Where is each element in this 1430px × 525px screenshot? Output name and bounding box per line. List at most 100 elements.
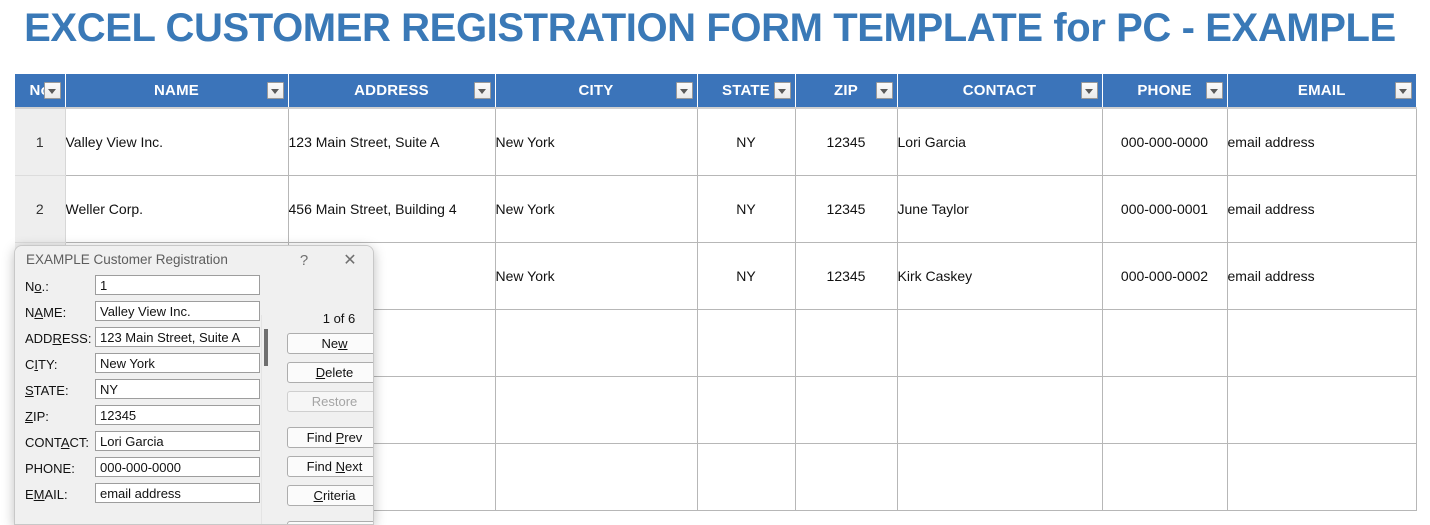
page-title: EXCEL CUSTOMER REGISTRATION FORM TEMPLAT… <box>24 6 1396 50</box>
cell-state[interactable]: NY <box>697 108 796 176</box>
cell-state[interactable]: NY <box>697 175 796 243</box>
data-form-dialog: EXAMPLE Customer Registration ? ✕ No.: N… <box>14 245 374 525</box>
column-header-phone-label: PHONE <box>1137 82 1192 99</box>
cell-city[interactable]: New York <box>495 175 698 243</box>
cell-name[interactable]: Weller Corp. <box>65 175 289 243</box>
filter-dropdown-phone[interactable] <box>1205 82 1223 99</box>
column-header-name: NAME <box>65 74 289 109</box>
column-header-name-label: NAME <box>154 82 199 99</box>
cell-address[interactable]: 123 Main Street, Suite A <box>288 108 496 176</box>
field-label-email: EMAIL: <box>25 487 68 502</box>
table-row[interactable]: 2 Weller Corp. 456 Main Street, Building… <box>15 175 1417 243</box>
cell-phone[interactable]: 000-000-0001 <box>1102 175 1228 243</box>
cell-city[interactable]: New York <box>495 242 698 310</box>
column-header-state-label: STATE <box>722 82 770 99</box>
cell-state[interactable] <box>697 309 796 377</box>
column-header-contact-label: CONTACT <box>962 82 1037 99</box>
phone-field[interactable] <box>95 457 260 477</box>
record-scrollbar[interactable] <box>261 315 282 524</box>
cell-state[interactable]: NY <box>697 242 796 310</box>
chevron-down-icon <box>679 89 688 94</box>
filter-dropdown-city[interactable] <box>675 82 693 99</box>
filter-dropdown-name[interactable] <box>266 82 284 99</box>
field-label-contact: CONTACT: <box>25 435 90 450</box>
address-field[interactable] <box>95 327 260 347</box>
cell-city[interactable] <box>495 309 698 377</box>
state-field[interactable] <box>95 379 260 399</box>
filter-dropdown-contact[interactable] <box>1080 82 1098 99</box>
cell-phone[interactable] <box>1102 376 1228 444</box>
cell-email[interactable] <box>1227 376 1417 444</box>
cell-zip[interactable] <box>795 443 898 511</box>
cell-zip[interactable] <box>795 309 898 377</box>
field-label-state: STATE: <box>25 383 69 398</box>
cell-city[interactable] <box>495 443 698 511</box>
cell-email[interactable]: email address <box>1227 108 1417 176</box>
chevron-down-icon <box>1209 89 1218 94</box>
cell-state[interactable] <box>697 443 796 511</box>
cell-contact[interactable] <box>897 376 1103 444</box>
close-icon[interactable]: ✕ <box>337 249 363 272</box>
criteria-button[interactable]: Criteria <box>287 485 373 506</box>
chevron-down-icon <box>879 89 888 94</box>
chevron-down-icon <box>777 89 786 94</box>
cell-email[interactable]: email address <box>1227 242 1417 310</box>
cell-address[interactable]: 456 Main Street, Building 4 <box>288 175 496 243</box>
cell-contact[interactable] <box>897 443 1103 511</box>
cell-city[interactable]: New York <box>495 108 698 176</box>
chevron-down-icon <box>477 89 486 94</box>
delete-button[interactable]: Delete <box>287 362 373 383</box>
record-scrollbar-thumb[interactable] <box>264 329 268 366</box>
find-next-button[interactable]: Find Next <box>287 456 373 477</box>
new-button[interactable]: New <box>287 333 373 354</box>
chevron-down-icon <box>47 89 56 94</box>
contact-field[interactable] <box>95 431 260 451</box>
column-header-state: STATE <box>697 74 796 109</box>
cell-contact[interactable]: Lori Garcia <box>897 108 1103 176</box>
field-label-address: ADDRESS: <box>25 331 92 346</box>
column-header-city-label: CITY <box>578 82 614 99</box>
dialog-titlebar[interactable]: EXAMPLE Customer Registration ? ✕ <box>15 246 373 275</box>
help-icon[interactable]: ? <box>291 249 317 272</box>
cell-phone[interactable]: 000-000-0002 <box>1102 242 1228 310</box>
filter-dropdown-zip[interactable] <box>875 82 893 99</box>
cell-city[interactable] <box>495 376 698 444</box>
close-button[interactable]: Close <box>287 521 373 524</box>
city-field[interactable] <box>95 353 260 373</box>
cell-phone[interactable] <box>1102 309 1228 377</box>
cell-zip[interactable]: 12345 <box>795 108 898 176</box>
zip-field[interactable] <box>95 405 260 425</box>
cell-phone[interactable]: 000-000-0000 <box>1102 108 1228 176</box>
cell-zip[interactable]: 12345 <box>795 175 898 243</box>
cell-email[interactable] <box>1227 443 1417 511</box>
no-field[interactable] <box>95 275 260 295</box>
filter-dropdown-address[interactable] <box>473 82 491 99</box>
cell-email[interactable]: email address <box>1227 175 1417 243</box>
filter-dropdown-email[interactable] <box>1395 82 1412 99</box>
filter-dropdown-no[interactable] <box>43 82 61 99</box>
cell-no[interactable]: 1 <box>15 108 66 176</box>
cell-email[interactable] <box>1227 309 1417 377</box>
cell-contact[interactable]: Kirk Caskey <box>897 242 1103 310</box>
cell-name[interactable]: Valley View Inc. <box>65 108 289 176</box>
cell-contact[interactable]: June Taylor <box>897 175 1103 243</box>
column-header-email: EMAIL <box>1227 74 1416 109</box>
filter-dropdown-state[interactable] <box>773 82 791 99</box>
cell-phone[interactable] <box>1102 443 1228 511</box>
column-header-email-label: EMAIL <box>1297 82 1346 99</box>
email-field[interactable] <box>95 483 260 503</box>
cell-zip[interactable]: 12345 <box>795 242 898 310</box>
chevron-down-icon <box>1399 89 1407 94</box>
table-row[interactable]: 1 Valley View Inc. 123 Main Street, Suit… <box>15 108 1417 176</box>
name-field[interactable] <box>95 301 260 321</box>
cell-no[interactable]: 2 <box>15 175 66 243</box>
column-header-address: ADDRESS <box>288 74 496 109</box>
cell-contact[interactable] <box>897 309 1103 377</box>
cell-state[interactable] <box>697 376 796 444</box>
field-label-name: NAME: <box>25 305 67 320</box>
find-prev-button[interactable]: Find Prev <box>287 427 373 448</box>
chevron-down-icon <box>1084 89 1093 94</box>
field-label-zip: ZIP: <box>25 409 49 424</box>
cell-zip[interactable] <box>795 376 898 444</box>
dialog-body: No.: NAME: ADDRESS: CITY: STATE: ZIP: CO… <box>15 275 373 524</box>
